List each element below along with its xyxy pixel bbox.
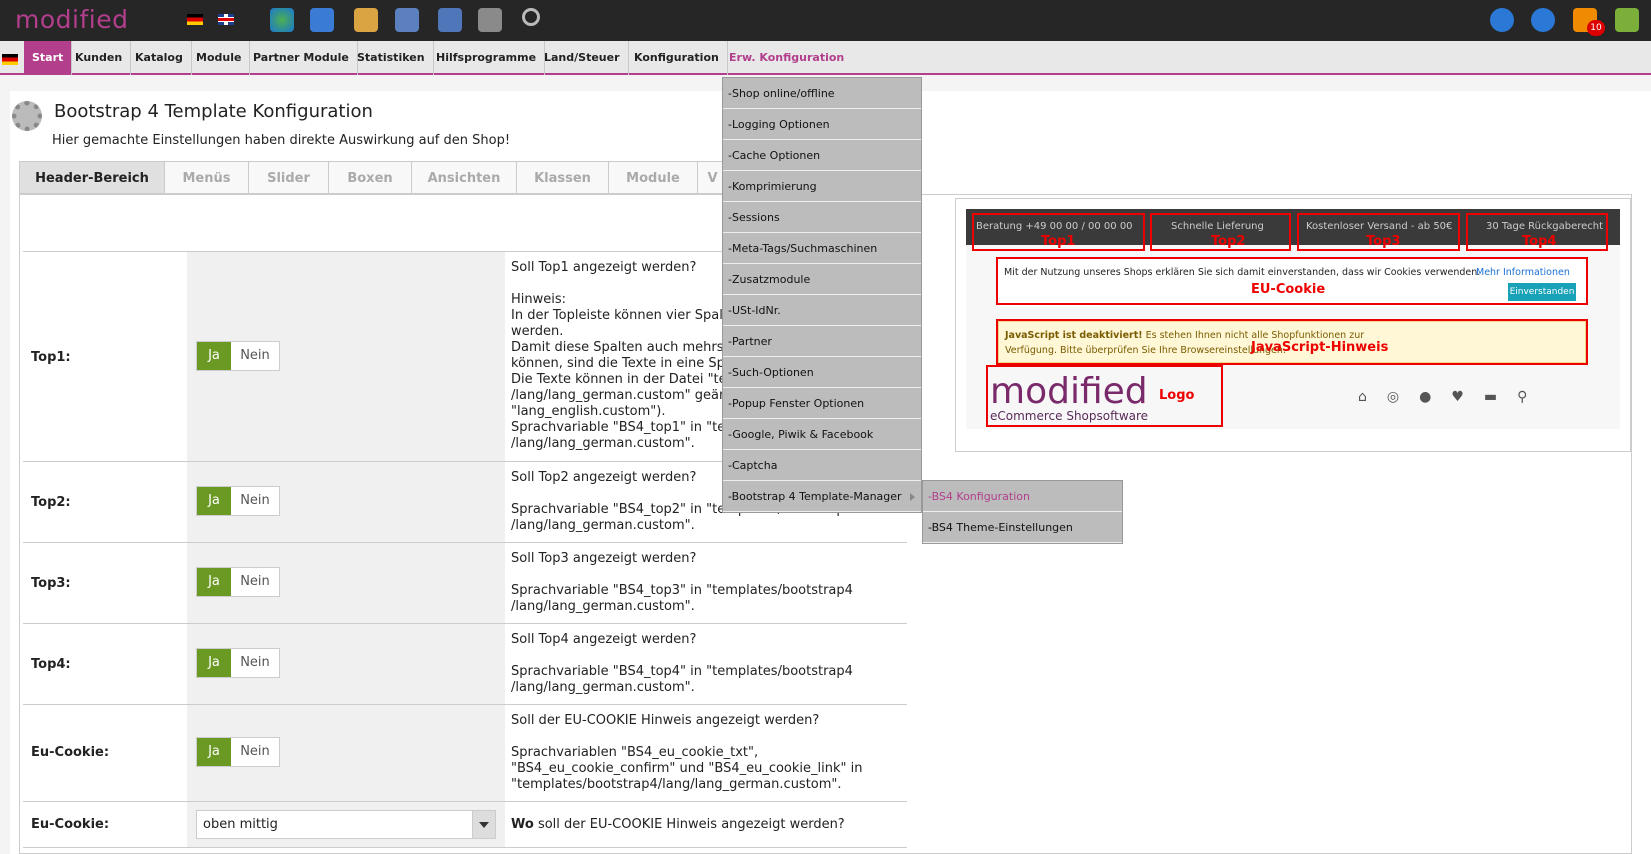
label-top2: Top2 <box>1211 234 1246 249</box>
top1-toggle[interactable]: Ja Nein <box>196 341 280 371</box>
setting-label: Eu-Cookie: <box>31 817 110 832</box>
setting-label: Eu-Cookie: <box>31 745 110 760</box>
setting-row-eu-cookie: Eu-Cookie: Ja Nein Soll der EU-COOKIE Hin… <box>23 704 907 801</box>
dropdown-item[interactable]: -USt-IdNr. <box>723 295 921 326</box>
top4-toggle[interactable]: Ja Nein <box>196 648 280 678</box>
setting-row-eu-cookie-position: Eu-Cookie: oben mittig Wo soll der EU-CO… <box>23 801 907 848</box>
customers-icon[interactable] <box>354 8 378 32</box>
highlight-cookie <box>996 257 1588 305</box>
page-subtitle: Hier gemachte Einstellungen haben direkt… <box>52 133 511 148</box>
menu-start[interactable]: Start <box>24 41 73 75</box>
dropdown-item[interactable]: -Sessions <box>723 202 921 233</box>
setting-description: Soll der EU-COOKIE Hinweis angezeigt wer… <box>511 713 863 792</box>
database-icon[interactable] <box>478 8 502 32</box>
dropdown-item[interactable]: -Logging Optionen <box>723 109 921 140</box>
search-icon[interactable] <box>522 8 540 26</box>
globe-icon[interactable] <box>270 8 294 32</box>
menu-statistiken[interactable]: Statistiken <box>349 41 434 75</box>
menu-kunden[interactable]: Kunden <box>67 41 132 75</box>
menu-hilfsprogramme[interactable]: Hilfsprogramme <box>428 41 546 75</box>
gear-icon <box>12 101 42 131</box>
bootstrap-submenu: -BS4 Konfiguration -BS4 Theme-Einstellun… <box>922 480 1123 544</box>
dropdown-item[interactable]: -Captcha <box>723 450 921 481</box>
dropdown-item[interactable]: -Such-Optionen <box>723 357 921 388</box>
refresh-icon[interactable] <box>1490 8 1514 32</box>
label-top3: Top3 <box>1366 234 1401 249</box>
chevron-down-icon[interactable] <box>472 811 495 838</box>
dropdown-item[interactable]: -Partner <box>723 326 921 357</box>
language-flag-icon[interactable] <box>2 54 18 65</box>
label-js-notice: JavaScript-Hinweis <box>1251 340 1389 355</box>
tab-menues[interactable]: Menüs <box>165 161 249 194</box>
dropdown-item-bootstrap-manager[interactable]: -Bootstrap 4 Template-Manager <box>723 481 921 512</box>
setting-description: Soll Top4 angezeigt werden? Sprachvariab… <box>511 632 853 695</box>
orders-icon[interactable] <box>395 8 419 32</box>
menu-module[interactable]: Module <box>188 41 251 75</box>
dropdown-item[interactable]: -Shop online/offline <box>723 78 921 109</box>
menu-partner-module[interactable]: Partner Module <box>245 41 358 75</box>
eu-cookie-position-select[interactable]: oben mittig <box>196 810 496 839</box>
app-logo[interactable]: modified <box>15 5 128 34</box>
desc-text: soll der EU-COOKIE Hinweis angezeigt wer… <box>533 817 845 832</box>
dropdown-item[interactable]: -Meta-Tags/Suchmaschinen <box>723 233 921 264</box>
top2-toggle[interactable]: Ja Nein <box>196 486 280 516</box>
dropdown-item[interactable]: -Cache Optionen <box>723 140 921 171</box>
desc-emphasis: Wo <box>511 817 534 832</box>
tab-slider[interactable]: Slider <box>249 161 329 194</box>
nein-option[interactable]: Nein <box>231 649 279 677</box>
ja-option[interactable]: Ja <box>197 487 231 515</box>
tab-klassen[interactable]: Klassen <box>517 161 609 194</box>
menu-konfiguration[interactable]: Konfiguration <box>626 41 728 75</box>
ja-option[interactable]: Ja <box>197 342 231 370</box>
setting-label: Top1: <box>31 350 71 365</box>
nein-option[interactable]: Nein <box>231 487 279 515</box>
notification-badge: 10 <box>1587 20 1605 36</box>
submenu-bs4-theme[interactable]: -BS4 Theme-Einstellungen <box>923 512 1122 543</box>
setting-label: Top4: <box>31 657 71 672</box>
setting-label: Top2: <box>31 495 71 510</box>
setting-description: Soll Top3 angezeigt werden? Sprachvariab… <box>511 551 853 614</box>
eu-cookie-toggle[interactable]: Ja Nein <box>196 737 280 767</box>
main-menu: Start Kunden Katalog Module Partner Modu… <box>0 41 1651 75</box>
select-value: oben mittig <box>203 817 278 832</box>
setting-description: Wo soll der EU-COOKIE Hinweis angezeigt … <box>511 817 905 833</box>
nein-option[interactable]: Nein <box>231 342 279 370</box>
dropdown-item[interactable]: -Popup Fenster Optionen <box>723 388 921 419</box>
basket-icon[interactable] <box>310 8 334 32</box>
setting-label: Top3: <box>31 576 71 591</box>
tab-header-bereich[interactable]: Header-Bereich <box>19 161 165 194</box>
label-top4: Top4 <box>1522 234 1557 249</box>
preview-nav-icons: ⌂◎●♥▬⚲ <box>1358 389 1548 405</box>
nein-option[interactable]: Nein <box>231 568 279 596</box>
german-flag-icon[interactable] <box>187 14 203 25</box>
label-top1: Top1 <box>1041 234 1076 249</box>
top3-toggle[interactable]: Ja Nein <box>196 567 280 597</box>
menu-land-steuer[interactable]: Land/Steuer <box>536 41 629 75</box>
top-bar: modified 10 <box>0 0 1651 41</box>
logout-icon[interactable] <box>1615 8 1639 32</box>
header-preview: Beratung +49 00 00 / 00 00 00 Schnelle L… <box>955 198 1631 452</box>
tab-module[interactable]: Module <box>609 161 698 194</box>
ja-option[interactable]: Ja <box>197 568 231 596</box>
nein-option[interactable]: Nein <box>231 738 279 766</box>
erw-konfiguration-dropdown: -Shop online/offline -Logging Optionen -… <box>722 77 922 513</box>
label-logo: Logo <box>1159 388 1195 403</box>
setting-row-top4: Top4: Ja Nein Soll Top4 angezeigt werden?… <box>23 623 907 704</box>
menu-erw-konfiguration[interactable]: Erw. Konfiguration <box>721 41 852 75</box>
dropdown-item[interactable]: -Google, Piwik & Facebook <box>723 419 921 450</box>
tab-boxen[interactable]: Boxen <box>329 161 412 194</box>
info-icon[interactable] <box>1531 8 1555 32</box>
ja-option[interactable]: Ja <box>197 649 231 677</box>
dropdown-item[interactable]: -Komprimierung <box>723 171 921 202</box>
dropdown-item[interactable]: -Zusatzmodule <box>723 264 921 295</box>
english-flag-icon[interactable] <box>218 14 234 25</box>
tab-ansichten[interactable]: Ansichten <box>412 161 517 194</box>
setting-row-top3: Top3: Ja Nein Soll Top3 angezeigt werden?… <box>23 542 907 623</box>
documents-icon[interactable] <box>438 8 462 32</box>
label-eu-cookie: EU-Cookie <box>1251 282 1326 297</box>
menu-katalog[interactable]: Katalog <box>127 41 192 75</box>
submenu-bs4-konfiguration[interactable]: -BS4 Konfiguration <box>923 481 1122 512</box>
page-title: Bootstrap 4 Template Konfiguration <box>54 101 373 122</box>
ja-option[interactable]: Ja <box>197 738 231 766</box>
